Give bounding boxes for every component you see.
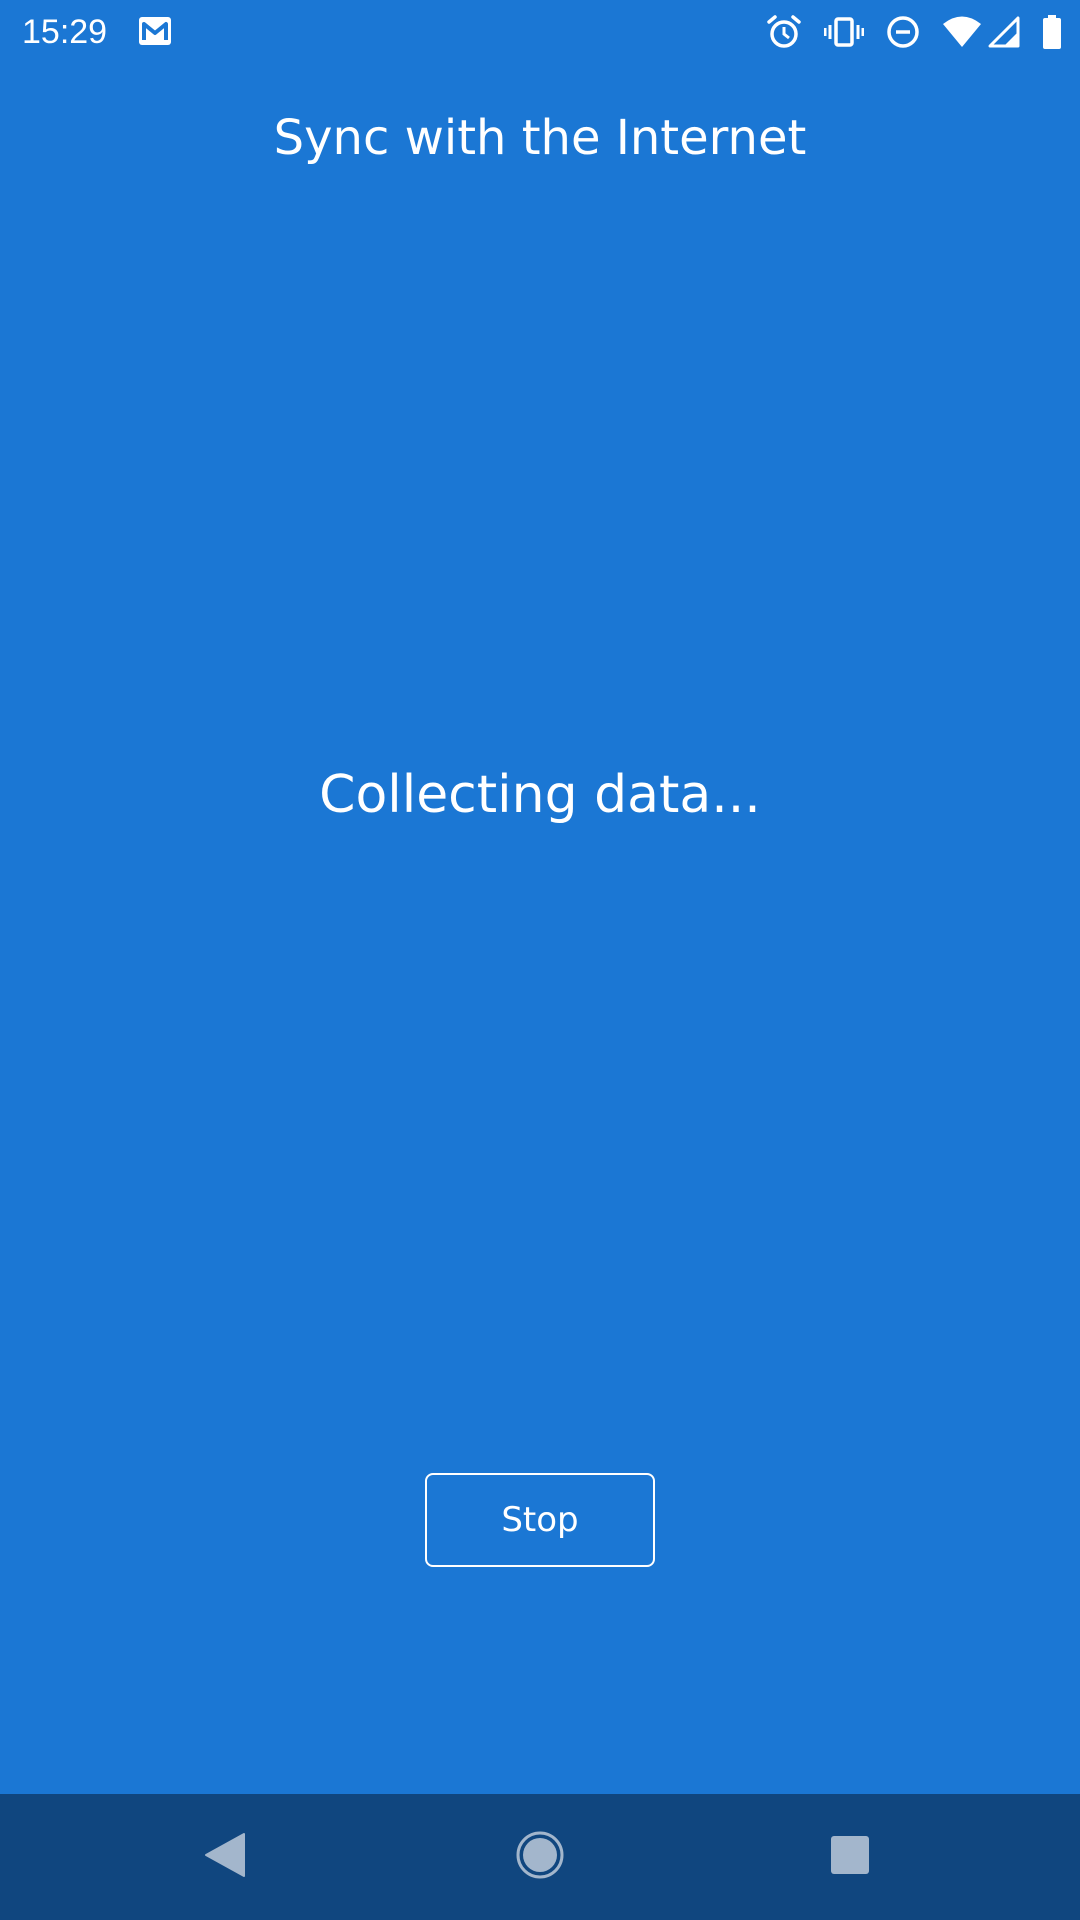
vibrate-icon [824,16,864,48]
home-button[interactable] [470,1794,610,1920]
battery-icon [1042,15,1062,49]
alarm-icon [766,14,802,50]
gmail-icon [138,16,172,46]
status-icons [744,12,1062,52]
wifi-icon [942,16,982,48]
sync-status-message: Collecting data... [319,765,761,825]
do-not-disturb-icon [886,15,920,49]
recents-icon [829,1834,871,1880]
recents-button[interactable] [780,1794,920,1920]
navigation-bar [0,1794,1080,1920]
back-button[interactable] [155,1794,295,1920]
back-icon [204,1832,246,1882]
page-title: Sync with the Internet [273,110,807,166]
status-time: 15:29 [22,13,108,51]
signal-icon [988,16,1020,48]
stop-button[interactable]: Stop [425,1473,655,1567]
home-icon [515,1830,565,1884]
status-bar: 15:29 [0,0,1080,63]
